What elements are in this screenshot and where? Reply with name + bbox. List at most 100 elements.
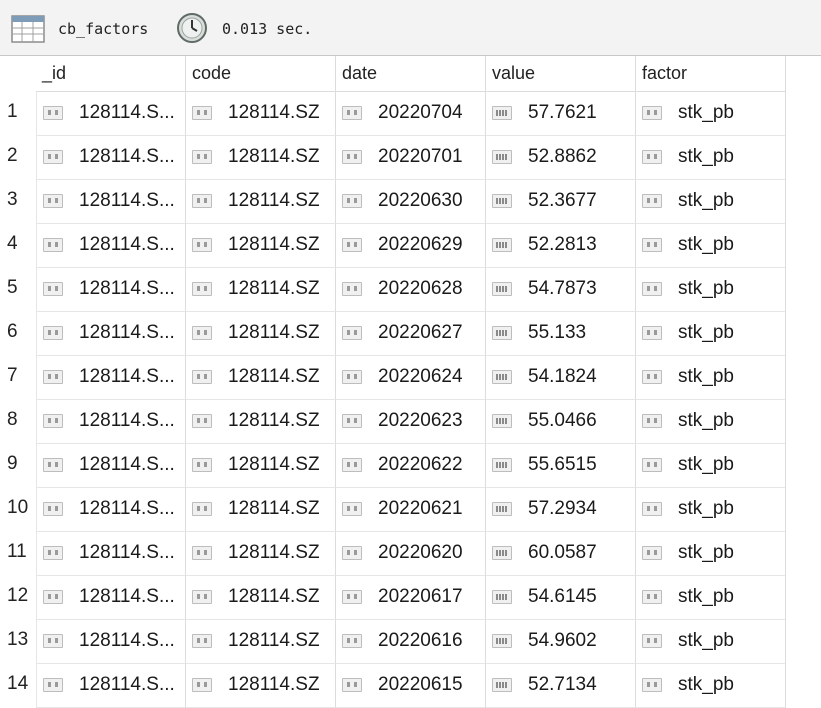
cell-code[interactable]: 128114.SZ (186, 180, 336, 224)
header-row: _id code date value factor (0, 56, 821, 92)
cell-code[interactable]: 128114.SZ (186, 312, 336, 356)
cell-date[interactable]: 20220621 (336, 488, 486, 532)
table-row[interactable]: 6 128114.S... 128114.SZ 20220627 55.133 stk_p… (0, 312, 821, 356)
string-type-icon (342, 502, 362, 516)
cell-factor[interactable]: stk_pb (636, 532, 786, 576)
cell-date[interactable]: 20220615 (336, 664, 486, 708)
cell-value[interactable]: 52.7134 (486, 664, 636, 708)
cell-factor[interactable]: stk_pb (636, 444, 786, 488)
cell-factor[interactable]: stk_pb (636, 400, 786, 444)
table-row[interactable]: 13 128114.S... 128114.SZ 20220616 54.9602 stk… (0, 620, 821, 664)
cell-factor[interactable]: stk_pb (636, 180, 786, 224)
cell-code[interactable]: 128114.SZ (186, 136, 336, 180)
cell-id[interactable]: 128114.S... (36, 92, 186, 136)
cell-id[interactable]: 128114.S... (36, 180, 186, 224)
cell-date[interactable]: 20220622 (336, 444, 486, 488)
column-header-factor[interactable]: factor (636, 56, 786, 92)
cell-factor[interactable]: stk_pb (636, 136, 786, 180)
cell-value[interactable]: 55.6515 (486, 444, 636, 488)
cell-code[interactable]: 128114.SZ (186, 92, 336, 136)
cell-id[interactable]: 128114.S... (36, 224, 186, 268)
cell-factor[interactable]: stk_pb (636, 312, 786, 356)
cell-id[interactable]: 128114.S... (36, 576, 186, 620)
cell-value[interactable]: 54.9602 (486, 620, 636, 664)
column-header-date[interactable]: date (336, 56, 486, 92)
cell-factor-text: stk_pb (678, 674, 734, 695)
table-row[interactable]: 2 128114.S... 128114.SZ 20220701 52.8862 stk_… (0, 136, 821, 180)
cell-factor[interactable]: stk_pb (636, 664, 786, 708)
table-row[interactable]: 7 128114.S... 128114.SZ 20220624 54.1824 stk_… (0, 356, 821, 400)
cell-id[interactable]: 128114.S... (36, 532, 186, 576)
cell-date[interactable]: 20220628 (336, 268, 486, 312)
cell-date[interactable]: 20220620 (336, 532, 486, 576)
cell-factor[interactable]: stk_pb (636, 268, 786, 312)
cell-value[interactable]: 54.6145 (486, 576, 636, 620)
cell-date-text: 20220628 (378, 278, 463, 299)
cell-code[interactable]: 128114.SZ (186, 444, 336, 488)
cell-id[interactable]: 128114.S... (36, 356, 186, 400)
cell-code[interactable]: 128114.SZ (186, 664, 336, 708)
cell-id[interactable]: 128114.S... (36, 136, 186, 180)
cell-date[interactable]: 20220627 (336, 312, 486, 356)
cell-factor[interactable]: stk_pb (636, 356, 786, 400)
table-row[interactable]: 12 128114.S... 128114.SZ 20220617 54.6145 stk… (0, 576, 821, 620)
cell-date[interactable]: 20220617 (336, 576, 486, 620)
cell-date-text: 20220622 (378, 454, 463, 475)
table-row[interactable]: 5 128114.S... 128114.SZ 20220628 54.7873 stk_… (0, 268, 821, 312)
cell-date[interactable]: 20220616 (336, 620, 486, 664)
string-type-icon (342, 678, 362, 692)
cell-date[interactable]: 20220623 (336, 400, 486, 444)
cell-value[interactable]: 52.8862 (486, 136, 636, 180)
cell-date-text: 20220630 (378, 190, 463, 211)
cell-id[interactable]: 128114.S... (36, 400, 186, 444)
cell-code-text: 128114.SZ (228, 322, 320, 343)
cell-value[interactable]: 52.3677 (486, 180, 636, 224)
cell-date[interactable]: 20220630 (336, 180, 486, 224)
table-row[interactable]: 1 128114.S... 128114.SZ 20220704 57.7621 stk_… (0, 92, 821, 136)
cell-code[interactable]: 128114.SZ (186, 532, 336, 576)
cell-id[interactable]: 128114.S... (36, 620, 186, 664)
table-row[interactable]: 11 128114.S... 128114.SZ 20220620 60.0587 stk… (0, 532, 821, 576)
cell-value[interactable]: 54.7873 (486, 268, 636, 312)
cell-value[interactable]: 55.133 (486, 312, 636, 356)
cell-value[interactable]: 60.0587 (486, 532, 636, 576)
cell-id[interactable]: 128114.S... (36, 664, 186, 708)
cell-code[interactable]: 128114.SZ (186, 224, 336, 268)
cell-factor[interactable]: stk_pb (636, 224, 786, 268)
cell-id[interactable]: 128114.S... (36, 268, 186, 312)
table-row[interactable]: 4 128114.S... 128114.SZ 20220629 52.2813 stk_… (0, 224, 821, 268)
cell-factor[interactable]: stk_pb (636, 620, 786, 664)
table-row[interactable]: 3 128114.S... 128114.SZ 20220630 52.3677 stk_… (0, 180, 821, 224)
cell-id-text: 128114.S... (79, 586, 175, 607)
cell-value[interactable]: 52.2813 (486, 224, 636, 268)
cell-date[interactable]: 20220624 (336, 356, 486, 400)
cell-date[interactable]: 20220629 (336, 224, 486, 268)
cell-date[interactable]: 20220704 (336, 92, 486, 136)
column-header-value[interactable]: value (486, 56, 636, 92)
cell-code[interactable]: 128114.SZ (186, 400, 336, 444)
cell-factor[interactable]: stk_pb (636, 576, 786, 620)
cell-value[interactable]: 54.1824 (486, 356, 636, 400)
cell-date[interactable]: 20220701 (336, 136, 486, 180)
table-row[interactable]: 8 128114.S... 128114.SZ 20220623 55.0466 stk_… (0, 400, 821, 444)
column-header-id[interactable]: _id (36, 56, 186, 92)
cell-code[interactable]: 128114.SZ (186, 488, 336, 532)
cell-value[interactable]: 57.7621 (486, 92, 636, 136)
cell-factor[interactable]: stk_pb (636, 92, 786, 136)
cell-factor[interactable]: stk_pb (636, 488, 786, 532)
column-header-code[interactable]: code (186, 56, 336, 92)
cell-code[interactable]: 128114.SZ (186, 620, 336, 664)
cell-code[interactable]: 128114.SZ (186, 576, 336, 620)
string-type-icon (43, 326, 63, 340)
cell-id[interactable]: 128114.S... (36, 312, 186, 356)
string-type-icon (192, 502, 212, 516)
table-row[interactable]: 10 128114.S... 128114.SZ 20220621 57.2934 stk… (0, 488, 821, 532)
cell-value[interactable]: 57.2934 (486, 488, 636, 532)
cell-code[interactable]: 128114.SZ (186, 356, 336, 400)
cell-id[interactable]: 128114.S... (36, 444, 186, 488)
cell-id[interactable]: 128114.S... (36, 488, 186, 532)
table-row[interactable]: 9 128114.S... 128114.SZ 20220622 55.6515 stk_… (0, 444, 821, 488)
cell-code[interactable]: 128114.SZ (186, 268, 336, 312)
table-row[interactable]: 14 128114.S... 128114.SZ 20220615 52.7134 stk… (0, 664, 821, 708)
cell-value[interactable]: 55.0466 (486, 400, 636, 444)
